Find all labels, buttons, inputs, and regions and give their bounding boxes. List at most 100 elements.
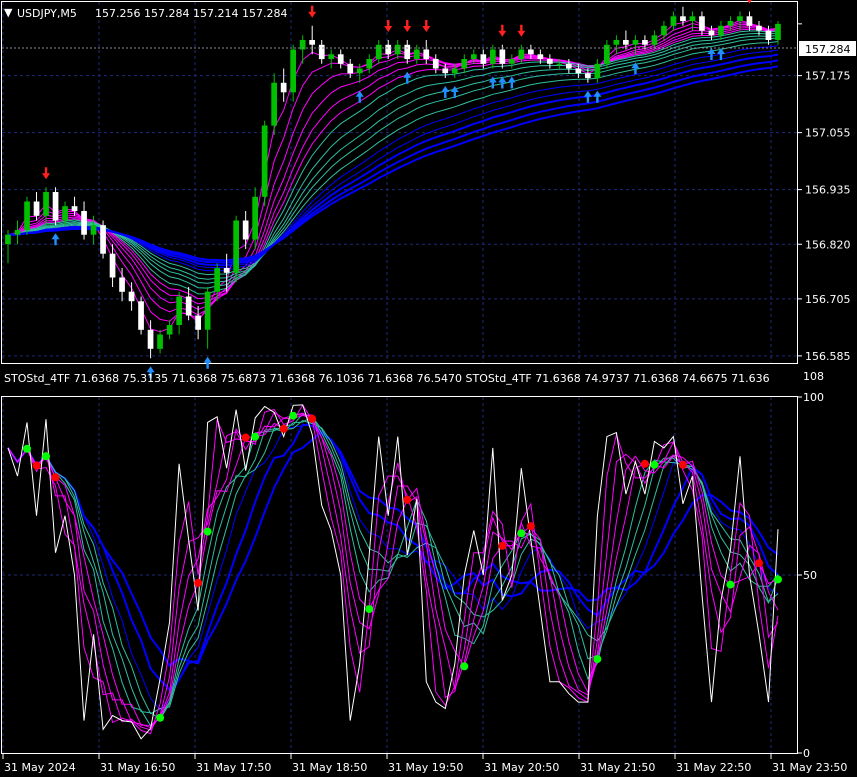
candle-body bbox=[385, 44, 392, 55]
price-tick-label: 157.055 bbox=[805, 127, 851, 140]
price-window-frame bbox=[1, 1, 798, 364]
price-tick-label: 156.820 bbox=[805, 238, 851, 251]
candle-body bbox=[461, 59, 468, 69]
candle-body bbox=[718, 25, 724, 36]
candle-body bbox=[689, 16, 696, 22]
oscillator-axis: 100 50 0 bbox=[797, 391, 824, 760]
candle-body bbox=[176, 296, 182, 325]
price-window[interactable]: ▼ USDJPY,M5 157.256 157.284 157.214 157.… bbox=[1, 0, 798, 379]
candle-body bbox=[214, 268, 220, 292]
cross-down-dot bbox=[640, 459, 649, 468]
candle-body bbox=[52, 192, 59, 221]
candle-body bbox=[566, 63, 572, 69]
trading-chart[interactable]: ▼ USDJPY,M5 157.256 157.284 157.214 157.… bbox=[0, 0, 857, 777]
cross-up-dot bbox=[289, 411, 298, 420]
time-tick-label: 31 May 22:50 bbox=[676, 761, 751, 774]
indicator-window[interactable]: STOStd_4TF 71.6368 75.3135 71.6368 75.68… bbox=[1, 370, 825, 754]
cross-down-dot bbox=[194, 578, 203, 587]
cross-up-dot bbox=[460, 662, 469, 671]
candle-body bbox=[261, 125, 268, 197]
time-tick-label: 31 May 17:50 bbox=[196, 761, 271, 774]
cross-up-dot bbox=[251, 432, 260, 441]
candle-body bbox=[518, 49, 525, 59]
price-tick-label: 157.175 bbox=[805, 70, 851, 83]
candle-body bbox=[575, 68, 582, 74]
cross-up-dot bbox=[593, 655, 602, 664]
candle-body bbox=[471, 54, 477, 59]
candle-body bbox=[309, 40, 315, 45]
candle-body bbox=[451, 68, 458, 74]
candle-body bbox=[509, 59, 515, 64]
current-price-label: 157.284 bbox=[805, 43, 851, 56]
price-tick-label: 156.585 bbox=[805, 350, 851, 363]
candle-body bbox=[81, 211, 87, 235]
candle-body bbox=[594, 63, 601, 79]
candle-body bbox=[756, 25, 762, 31]
cross-up-dot bbox=[156, 713, 165, 722]
candle-body bbox=[90, 225, 97, 235]
time-tick-label: 31 May 16:50 bbox=[100, 761, 175, 774]
indicator-scale-top: 108 bbox=[803, 370, 824, 383]
candle-body bbox=[242, 220, 249, 240]
candle-body bbox=[223, 268, 230, 273]
candle-body bbox=[727, 21, 734, 26]
candle-body bbox=[185, 296, 192, 316]
ohlc-readout: 157.256 157.284 157.214 157.284 bbox=[95, 7, 287, 20]
candle-body bbox=[537, 54, 544, 59]
candle-body bbox=[33, 201, 40, 216]
candle-body bbox=[157, 334, 163, 349]
dropdown-icon[interactable]: ▼ bbox=[4, 6, 13, 19]
candle-body bbox=[71, 206, 78, 211]
cross-down-dot bbox=[241, 433, 250, 442]
candle-body bbox=[632, 40, 639, 45]
candle-body bbox=[480, 54, 487, 64]
candle-body bbox=[556, 63, 563, 65]
candle-body bbox=[271, 82, 277, 126]
indicator-label: STOStd_4TF 71.6368 75.3135 71.6368 75.68… bbox=[4, 372, 770, 385]
candle-body bbox=[394, 44, 401, 55]
time-tick-label: 31 May 21:50 bbox=[580, 761, 655, 774]
cross-up-dot bbox=[774, 575, 782, 584]
candle-body bbox=[356, 68, 363, 74]
candle-body bbox=[404, 44, 411, 60]
candle-body bbox=[204, 291, 211, 330]
cross-down-dot bbox=[403, 495, 412, 504]
time-tick-label: 31 May 18:50 bbox=[292, 761, 367, 774]
price-axis: 157.175 157.055 156.935 156.820 156.705 156.5… bbox=[797, 23, 851, 363]
candle-body bbox=[423, 49, 430, 59]
candle-body bbox=[528, 49, 534, 55]
candle-body bbox=[280, 82, 287, 93]
candle-body bbox=[413, 49, 420, 59]
candle-body bbox=[775, 23, 781, 40]
price-tick-label: 156.705 bbox=[805, 293, 851, 306]
candle-body bbox=[347, 63, 354, 74]
time-tick-label: 31 May 20:50 bbox=[484, 761, 559, 774]
candle-body bbox=[432, 59, 439, 69]
candle-body bbox=[490, 49, 496, 64]
candle-body bbox=[623, 40, 629, 45]
cross-up-dot bbox=[726, 580, 735, 589]
cross-down-dot bbox=[754, 559, 763, 568]
candle-body bbox=[708, 30, 715, 36]
cross-down-dot bbox=[32, 461, 41, 470]
candle-body bbox=[765, 30, 772, 40]
candle-body bbox=[661, 25, 667, 36]
candle-body bbox=[147, 329, 154, 349]
time-tick-label: 31 May 2024 bbox=[4, 761, 76, 774]
candle-body bbox=[366, 59, 373, 69]
cross-up-dot bbox=[365, 605, 374, 614]
time-tick-label: 31 May 23:50 bbox=[772, 761, 847, 774]
candle-body bbox=[642, 40, 648, 45]
time-tick-label: 31 May 19:50 bbox=[388, 761, 463, 774]
candle-body bbox=[328, 54, 335, 59]
time-axis: 31 May 2024 31 May 16:50 31 May 17:50 31 Ma… bbox=[2, 754, 847, 774]
candle-body bbox=[613, 40, 620, 45]
cross-down-dot bbox=[308, 414, 317, 423]
candle-body bbox=[24, 201, 30, 230]
candle-body bbox=[5, 234, 11, 245]
candle-body bbox=[233, 220, 239, 273]
candle-body bbox=[318, 44, 325, 60]
candle-body bbox=[699, 16, 705, 31]
candle-body bbox=[375, 44, 382, 60]
candle-body bbox=[547, 59, 553, 64]
